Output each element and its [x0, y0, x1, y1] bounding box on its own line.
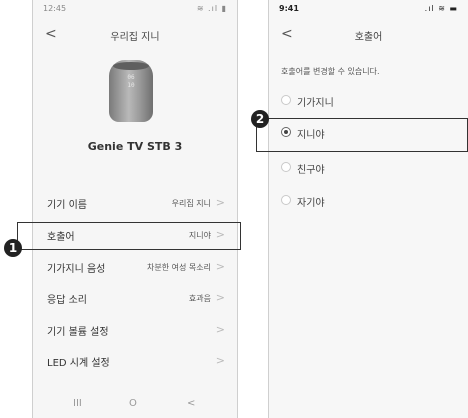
status-icons: .ıl ≋ ▬	[424, 4, 458, 13]
step-badge-2: 2	[251, 110, 269, 128]
menu-item-volume[interactable]: 기기 볼륨 설정 >	[47, 323, 227, 339]
top-bar: < 호출어	[269, 26, 468, 46]
menu-value: 효과음	[188, 294, 211, 303]
status-bar: 9:41 .ıl ≋ ▬	[279, 4, 458, 16]
option-label: 친구야	[297, 165, 325, 176]
status-time: 9:41	[279, 4, 299, 13]
menu-item-led-clock[interactable]: LED 시계 설정 >	[47, 354, 227, 370]
status-bar: 12:45 ≋ .ıl ▮	[43, 4, 227, 16]
step-badge-1: 1	[4, 239, 22, 257]
menu-label: 기기 이름	[47, 200, 87, 211]
menu-label: 기기 볼륨 설정	[47, 327, 109, 338]
android-nav-bar: III O <	[33, 398, 237, 414]
status-icons: ≋ .ıl ▮	[196, 4, 227, 13]
home-icon[interactable]: O	[129, 398, 137, 409]
top-bar: < 우리집 지니	[33, 26, 237, 46]
right-phone-screen: 9:41 .ıl ≋ ▬ < 호출어 호출어를 변경할 수 있습니다. 기가지니…	[268, 0, 468, 418]
menu-value: 우리집 지니	[171, 199, 211, 208]
menu-item-response-sound[interactable]: 응답 소리 효과음 >	[47, 291, 227, 307]
device-name: Genie TV STB 3	[87, 140, 183, 153]
page-title: 호출어	[354, 32, 383, 43]
chevron-right-icon: >	[215, 354, 225, 367]
menu-item-voice[interactable]: 기가지니 음성 차분한 여성 목소리 >	[47, 260, 227, 276]
speaker-device-image: 06 10	[109, 60, 153, 122]
menu-item-device-name[interactable]: 기기 이름 우리집 지니 >	[47, 196, 227, 212]
menu-label: LED 시계 설정	[47, 358, 110, 369]
menu-value: 차분한 여성 목소리	[147, 263, 211, 272]
radio-button[interactable]	[281, 95, 291, 105]
chevron-right-icon: >	[215, 291, 225, 304]
highlight-box-step1	[17, 222, 241, 250]
highlight-box-step2	[256, 118, 468, 152]
option-label: 자기야	[297, 198, 325, 209]
radio-button[interactable]	[281, 195, 291, 205]
chevron-right-icon: >	[215, 323, 225, 336]
recent-apps-icon[interactable]: III	[73, 398, 82, 409]
menu-label: 응답 소리	[47, 295, 87, 306]
radio-button[interactable]	[281, 162, 291, 172]
page-title: 우리집 지니	[110, 32, 160, 43]
description-text: 호출어를 변경할 수 있습니다.	[281, 67, 380, 76]
menu-label: 기가지니 음성	[47, 264, 106, 275]
chevron-right-icon: >	[215, 260, 225, 273]
option-label: 기가지니	[297, 98, 334, 109]
left-phone-screen: 12:45 ≋ .ıl ▮ < 우리집 지니 06 10 Genie TV STB…	[32, 0, 238, 418]
chevron-right-icon: >	[215, 196, 225, 209]
status-time: 12:45	[43, 4, 67, 13]
speaker-display: 06 10	[127, 74, 135, 89]
nav-back-icon[interactable]: <	[187, 398, 195, 409]
